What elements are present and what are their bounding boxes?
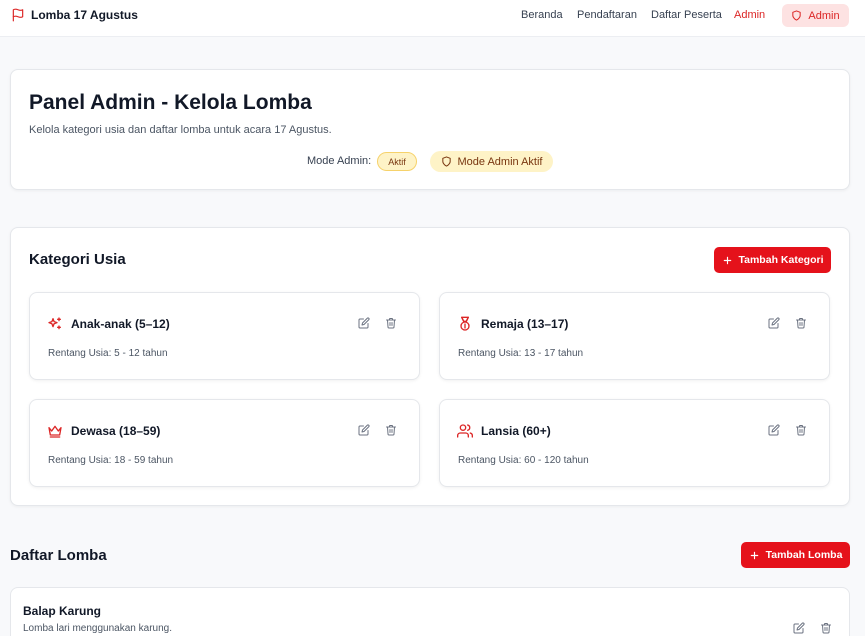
medal-icon: [460, 316, 470, 331]
flag-icon: [12, 8, 24, 22]
mode-admin-active-label: Mode Admin Aktif: [457, 155, 543, 168]
category-card-anak-anak: Anak-anak (5–12) Rentang Usia: 5 - 12 ta…: [29, 292, 420, 380]
race-name: Balap Karung: [23, 604, 102, 618]
crown-icon: [48, 425, 62, 438]
add-race-button[interactable]: Tambah Lomba: [741, 542, 850, 568]
add-race-label: Tambah Lomba: [765, 549, 843, 561]
admin-button[interactable]: Admin: [782, 4, 849, 27]
plus-icon: [750, 551, 758, 559]
category-range: Rentang Usia: 18 - 59 tahun: [48, 455, 174, 466]
nav-link-daftar-peserta[interactable]: Daftar Peserta: [651, 9, 722, 21]
mode-admin-active-badge: Mode Admin Aktif: [430, 151, 553, 172]
page-subtitle: Kelola kategori usia dan daftar lomba un…: [29, 124, 332, 136]
category-range: Rentang Usia: 13 - 17 tahun: [458, 348, 584, 359]
plus-icon: [723, 256, 731, 264]
race-description: Lomba lari menggunakan karung.: [23, 623, 172, 634]
admin-button-label: Admin: [808, 9, 840, 22]
nav-link-beranda[interactable]: Beranda: [521, 9, 563, 21]
category-card-remaja: Remaja (13–17) Rentang Usia: 13 - 17 tah…: [439, 292, 830, 380]
brand-title: Lomba 17 Agustus: [31, 8, 138, 22]
page-title: Panel Admin - Kelola Lomba: [29, 91, 312, 114]
brand[interactable]: Lomba 17 Agustus: [11, 8, 138, 22]
trash-icon[interactable]: [384, 423, 398, 437]
edit-icon[interactable]: [357, 423, 371, 437]
top-navbar: Lomba 17 Agustus Beranda Pendaftaran Daf…: [0, 0, 865, 37]
category-name: Remaja (13–17): [481, 317, 569, 331]
edit-icon[interactable]: [792, 621, 806, 635]
race-card-balap-karung: Balap Karung Lomba lari menggunakan karu…: [10, 587, 850, 636]
nav-link-admin[interactable]: Admin: [734, 9, 765, 21]
edit-icon[interactable]: [767, 316, 781, 330]
shield-icon: [792, 10, 802, 21]
mode-admin-label: Mode Admin:: [307, 155, 372, 167]
mode-status-badge: Aktif: [377, 152, 417, 171]
race-section-title: Daftar Lomba: [10, 547, 107, 564]
category-name: Anak-anak (5–12): [71, 317, 170, 331]
trash-icon[interactable]: [384, 316, 398, 330]
category-name: Dewasa (18–59): [71, 424, 161, 438]
edit-icon[interactable]: [357, 316, 371, 330]
trash-icon[interactable]: [794, 316, 808, 330]
nav-link-pendaftaran[interactable]: Pendaftaran: [577, 9, 637, 21]
category-card-lansia: Lansia (60+) Rentang Usia: 60 - 120 tahu…: [439, 399, 830, 487]
add-category-label: Tambah Kategori: [738, 254, 824, 266]
sparkles-icon: [48, 317, 61, 330]
edit-icon[interactable]: [767, 423, 781, 437]
category-range: Rentang Usia: 5 - 12 tahun: [48, 348, 168, 359]
category-section-title: Kategori Usia: [29, 251, 126, 268]
category-range: Rentang Usia: 60 - 120 tahun: [458, 455, 589, 466]
category-card-dewasa: Dewasa (18–59) Rentang Usia: 18 - 59 tah…: [29, 399, 420, 487]
category-name: Lansia (60+): [481, 424, 551, 438]
users-icon: [457, 424, 473, 438]
shield-icon: [441, 156, 451, 167]
trash-icon[interactable]: [819, 621, 833, 635]
trash-icon[interactable]: [794, 423, 808, 437]
add-category-button[interactable]: Tambah Kategori: [714, 247, 831, 273]
